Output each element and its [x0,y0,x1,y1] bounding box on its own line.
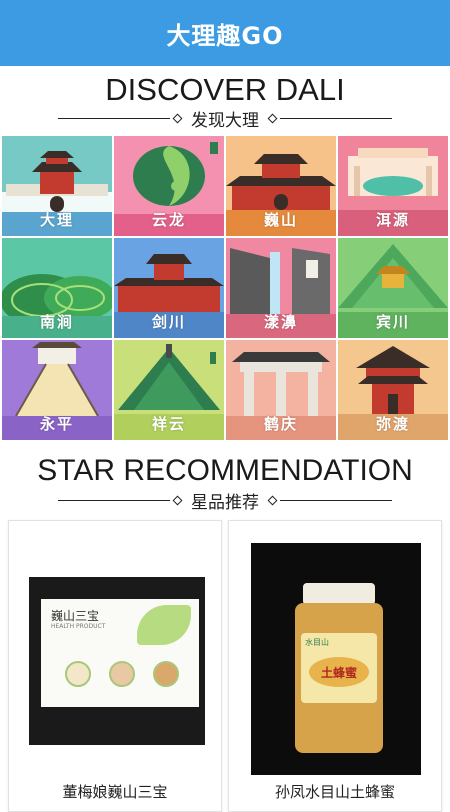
product-circle [109,661,135,687]
destination-label: 宾川 [375,313,410,331]
diamond-ornament [267,495,278,506]
jar-emblem: 土蜂蜜 [309,657,369,687]
diamond-ornament [172,495,183,506]
discover-subtitle-row: 发现大理 [0,106,450,131]
destination-grid: 大理 云龙 巍山 洱源 南涧 剑川 漾濞 宾川 永平 祥云 鹤庆 弥渡 [0,136,450,442]
jar-brand: 水目山 [305,638,329,647]
destination-tile-yunlong[interactable]: 云龙 [114,136,224,236]
destination-tile-xiangyun[interactable]: 祥云 [114,340,224,440]
divider-left [58,500,170,501]
destination-tile-eryuan[interactable]: 洱源 [338,136,448,236]
discover-title: DISCOVER DALI [105,72,345,107]
product-card-weishan-sanbao[interactable]: 巍山三宝 HEALTH PRODUCT 董梅娘巍山三宝 [8,520,222,812]
box-title: 巍山三宝 [51,609,100,623]
destination-tile-nanjian[interactable]: 南涧 [2,238,112,338]
destination-label: 祥云 [151,415,186,433]
destination-tile-dali[interactable]: 大理 [2,136,112,236]
product-circle [153,661,179,687]
app-header: 大理趣GO [0,0,450,66]
destination-tile-jianchuan[interactable]: 剑川 [114,238,224,338]
destination-label: 南涧 [39,313,74,331]
destination-tile-binchuan[interactable]: 宾川 [338,238,448,338]
destination-label: 鹤庆 [263,415,298,433]
product-image: 水目山 土蜂蜜 [251,543,421,775]
jar-label-text: 土蜂蜜 [320,665,357,680]
destination-tile-midu[interactable]: 弥渡 [338,340,448,440]
destination-label: 大理 [39,211,74,229]
discover-subtitle: 发现大理 [191,111,259,131]
divider-left [58,118,170,119]
leaf-decoration [137,605,191,645]
honey-jar: 水目山 土蜂蜜 [295,603,383,753]
destination-tile-yangbi[interactable]: 漾濞 [226,238,336,338]
product-circle [65,661,91,687]
divider-right [280,118,392,119]
gift-box: 巍山三宝 HEALTH PRODUCT [41,599,199,707]
diamond-ornament [267,113,278,124]
product-image: 巍山三宝 HEALTH PRODUCT [29,577,205,745]
destination-tile-weishan[interactable]: 巍山 [226,136,336,236]
product-card-honey[interactable]: 水目山 土蜂蜜 孙凤水目山土蜂蜜 [228,520,442,812]
destination-label: 洱源 [375,211,410,229]
product-name: 董梅娘巍山三宝 [62,783,168,801]
recommend-subtitle-row: 星品推荐 [0,488,450,513]
destination-label: 剑川 [151,313,186,331]
destination-tile-heqing[interactable]: 鹤庆 [226,340,336,440]
destination-label: 永平 [39,415,74,433]
destination-label: 巍山 [263,211,298,229]
product-name: 孙凤水目山土蜂蜜 [274,783,395,801]
destination-label: 漾濞 [263,313,298,331]
destination-tile-yongping[interactable]: 永平 [2,340,112,440]
box-subtitle: HEALTH PRODUCT [51,623,106,630]
jar-label: 水目山 土蜂蜜 [301,633,377,703]
jar-lid [303,583,375,605]
recommend-title: STAR RECOMMENDATION [37,454,413,487]
destination-label: 云龙 [151,211,186,229]
app-title: 大理趣GO [166,21,284,50]
recommend-subtitle: 星品推荐 [191,493,259,513]
diamond-ornament [172,113,183,124]
destination-label: 弥渡 [375,415,410,433]
divider-right [280,500,392,501]
